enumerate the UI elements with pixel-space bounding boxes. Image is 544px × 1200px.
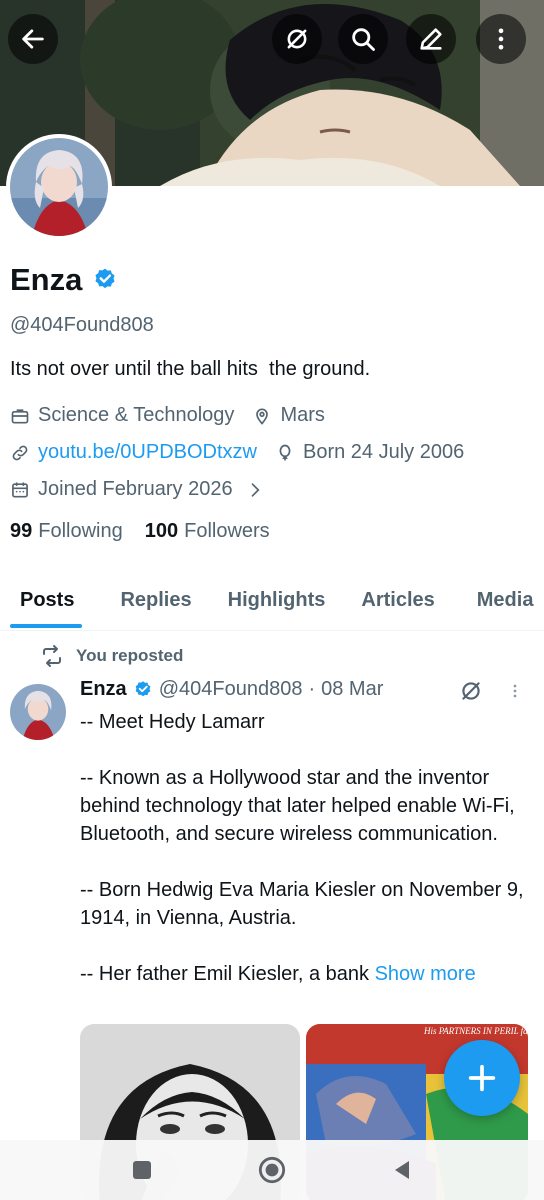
birthday-label: Born 24 July 2006: [302, 441, 465, 463]
calendar-icon: [10, 480, 30, 500]
post-handle: @404Found808: [158, 678, 303, 700]
recents-square-icon: [133, 1161, 151, 1179]
search-button[interactable]: [338, 14, 388, 64]
post-header: Enza @404Found808 · 08 Mar: [80, 678, 383, 701]
category-label: Science & Technology: [38, 404, 235, 426]
repost-label: You reposted: [76, 646, 184, 665]
tab-posts[interactable]: Posts: [0, 572, 92, 628]
back-button[interactable]: [8, 14, 58, 64]
system-navigation-bar: [0, 1140, 544, 1200]
balloon-icon: [275, 443, 295, 463]
post-author[interactable]: Enza: [80, 678, 127, 701]
followers-link[interactable]: 100 Followers: [145, 520, 270, 543]
pen-icon: [420, 28, 442, 50]
home-circle-icon: [258, 1156, 286, 1184]
post-more-button[interactable]: [505, 678, 525, 704]
post-line: -- Born Hedwig Eva Maria Kiesler on Nove…: [80, 879, 524, 929]
grok-icon: [462, 682, 480, 700]
post-date: 08 Mar: [321, 678, 384, 700]
arrow-left-icon: [22, 29, 44, 49]
search-icon: [352, 28, 375, 51]
home-button[interactable]: [252, 1150, 292, 1190]
followers-label: Followers: [184, 520, 270, 542]
website-link[interactable]: youtu.be/0UPDBODtxzw: [38, 441, 257, 464]
briefcase-icon: [10, 406, 30, 426]
verified-badge-icon: [133, 680, 153, 700]
tab-media[interactable]: Media: [453, 572, 544, 628]
chevron-right-icon: [245, 480, 265, 500]
location-pin-icon: [252, 406, 272, 426]
category-item: Science & Technology: [10, 404, 234, 427]
joined-label: Joined February 2026: [38, 478, 233, 500]
plus-icon: [468, 1064, 496, 1092]
repost-icon: [43, 645, 61, 667]
profile-handle: @404Found808: [10, 314, 154, 336]
profile-tabs: Posts Replies Highlights Articles Media: [0, 572, 544, 630]
post-line: -- Meet Hedy Lamarr: [80, 711, 265, 733]
joined-row[interactable]: Joined February 2026: [10, 478, 273, 501]
compose-button[interactable]: [444, 1040, 520, 1116]
profile-bio: Its not over until the ball hits the gro…: [10, 358, 371, 380]
tabs-divider: [0, 630, 544, 631]
tab-replies[interactable]: Replies: [92, 572, 209, 628]
tab-highlights[interactable]: Highlights: [210, 572, 344, 628]
post-body[interactable]: -- Meet Hedy Lamarr -- Known as a Hollyw…: [80, 708, 532, 988]
link-icon: [10, 443, 30, 463]
post-line: -- Known as a Hollywood star and the inv…: [80, 767, 515, 845]
grok-icon: [287, 29, 307, 49]
recents-button[interactable]: [122, 1150, 162, 1190]
grok-button[interactable]: [272, 14, 322, 64]
more-vertical-icon: [498, 28, 504, 50]
profile-name: Enza: [10, 262, 83, 297]
following-link[interactable]: 99 Following: [10, 520, 123, 543]
followers-count: 100: [144, 520, 179, 542]
post-avatar-image: [10, 684, 66, 740]
birthday-item: Born 24 July 2006: [275, 441, 464, 464]
tab-articles[interactable]: Articles: [343, 572, 452, 628]
location-item: Mars: [252, 404, 325, 427]
repost-indicator: You reposted: [40, 644, 183, 668]
post-separator: ·: [308, 678, 316, 700]
post-grok-button[interactable]: [458, 678, 484, 704]
avatar-image: [10, 138, 108, 236]
verified-badge-icon[interactable]: [92, 267, 118, 293]
post-avatar[interactable]: [10, 684, 66, 740]
show-more-link[interactable]: Show more: [375, 963, 476, 985]
comic-caption: His PARTNERS IN PERIL face the steel-cla…: [423, 1026, 528, 1036]
website-item[interactable]: youtu.be/0UPDBODtxzw: [10, 441, 257, 464]
edit-profile-button[interactable]: [406, 14, 456, 64]
back-triangle-icon: [395, 1161, 409, 1179]
system-back-button[interactable]: [382, 1150, 422, 1190]
location-label: Mars: [280, 404, 325, 426]
following-count: 99: [10, 520, 33, 542]
more-options-button[interactable]: [476, 14, 526, 64]
profile-avatar[interactable]: [6, 134, 112, 240]
post-line: -- Her father Emil Kiesler, a bank: [80, 963, 369, 985]
following-label: Following: [38, 520, 123, 542]
more-vertical-icon: [513, 684, 517, 698]
